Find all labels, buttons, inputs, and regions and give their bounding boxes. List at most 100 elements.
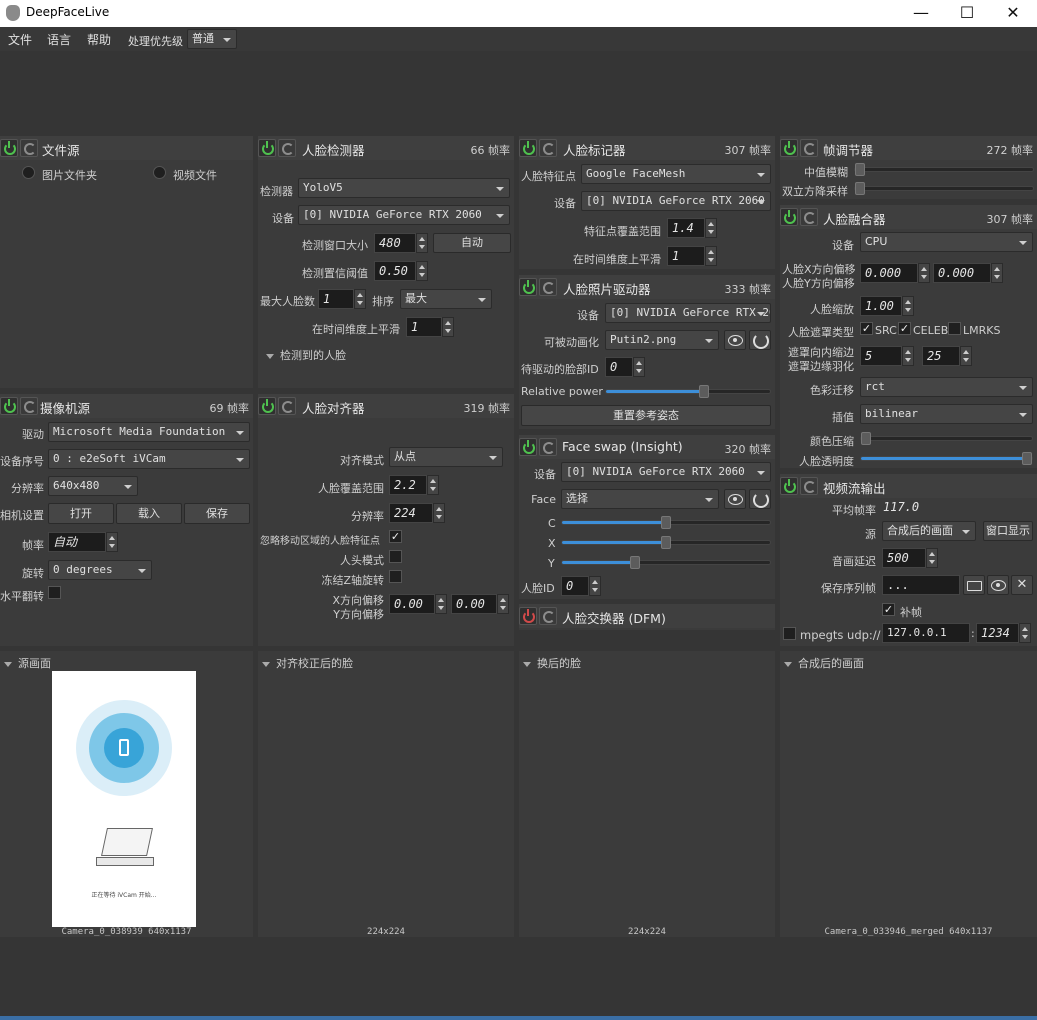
interpolation-select[interactable]: bilinear — [860, 404, 1033, 424]
face-scale-input[interactable]: 1.00 — [860, 296, 902, 316]
reload-icon[interactable] — [539, 438, 557, 456]
freeze-z-checkbox[interactable] — [389, 570, 402, 583]
reload-icon[interactable] — [539, 278, 557, 296]
av-delay-spinner[interactable] — [926, 548, 938, 568]
c-slider[interactable] — [561, 516, 771, 529]
av-delay-input[interactable]: 500 — [882, 548, 926, 568]
max-faces-spinner[interactable] — [354, 289, 366, 309]
offset-x-input[interactable]: 0.00 — [389, 594, 435, 614]
device-select[interactable]: CPU — [860, 232, 1033, 252]
reset-pose-button[interactable]: 重置参考姿态 — [521, 405, 771, 426]
offset-y-spinner[interactable] — [497, 594, 509, 614]
color-compress-slider[interactable] — [860, 432, 1033, 445]
y-slider[interactable] — [561, 556, 771, 569]
window-size-spinner[interactable] — [416, 233, 428, 253]
port-spinner[interactable] — [1019, 623, 1031, 643]
animatable-select[interactable]: Putin2.png — [605, 330, 719, 350]
device-index-select[interactable]: 0 : e2eSoft iVCam — [48, 449, 250, 469]
temporal-smooth-input[interactable]: 1 — [406, 317, 442, 337]
bicubic-slider[interactable] — [854, 182, 1034, 195]
coverage-input[interactable]: 2.2 — [389, 475, 427, 495]
refresh-icon[interactable] — [749, 489, 771, 509]
offset-x-spinner[interactable] — [918, 263, 930, 283]
aligned-face-title[interactable]: 对齐校正后的脸 — [262, 655, 353, 675]
offset-y-input[interactable]: 0.00 — [451, 594, 497, 614]
face-select[interactable]: 选择 — [561, 489, 719, 509]
marker-type-select[interactable]: Google FaceMesh — [581, 164, 771, 184]
view-eye-icon[interactable] — [724, 489, 746, 509]
mask-blur-spinner[interactable] — [960, 346, 972, 366]
reload-icon[interactable] — [278, 397, 296, 415]
x-slider[interactable] — [561, 536, 771, 549]
offset-x-spinner[interactable] — [435, 594, 447, 614]
power-icon[interactable] — [780, 208, 798, 226]
menu-help[interactable]: 帮助 — [87, 31, 111, 48]
lmrks-checkbox[interactable] — [948, 322, 961, 335]
celeb-checkbox[interactable]: ✓ — [898, 322, 911, 335]
resolution-select[interactable]: 640x480 — [48, 476, 138, 496]
mask-erode-input[interactable]: 5 — [860, 346, 902, 366]
detector-select[interactable]: YoloV5 — [298, 178, 510, 198]
reload-icon[interactable] — [278, 139, 296, 157]
driver-id-input[interactable]: 0 — [605, 357, 633, 377]
power-icon[interactable] — [780, 477, 798, 495]
device-select[interactable]: [0] NVIDIA GeForce RTX 2060 — [605, 303, 771, 323]
reload-icon[interactable] — [20, 397, 38, 415]
power-icon[interactable] — [780, 139, 798, 157]
device-select[interactable]: [0] NVIDIA GeForce RTX 2060 — [581, 191, 771, 211]
maximize-button[interactable]: ☐ — [944, 0, 990, 27]
port-input[interactable]: 1234 — [976, 623, 1019, 643]
fill-frames-checkbox[interactable]: ✓ — [882, 603, 895, 616]
image-folder-radio[interactable] — [22, 166, 35, 179]
power-icon[interactable] — [0, 397, 18, 415]
reload-icon[interactable] — [20, 139, 38, 157]
driver-select[interactable]: Microsoft Media Foundation — [48, 422, 250, 442]
sort-select[interactable]: 最大 — [400, 289, 492, 309]
fps-spinner[interactable] — [106, 532, 118, 552]
device-select[interactable]: [0] NVIDIA GeForce RTX 2060 — [298, 205, 510, 225]
temporal-smooth-input[interactable]: 1 — [667, 246, 705, 266]
resolution-spinner[interactable] — [433, 503, 445, 523]
source-select[interactable]: 合成后的画面 — [882, 521, 976, 541]
face-id-input[interactable]: 0 — [561, 576, 589, 596]
power-icon[interactable] — [258, 139, 276, 157]
power-icon[interactable] — [258, 397, 276, 415]
merged-frame-title[interactable]: 合成后的画面 — [784, 655, 864, 675]
power-icon[interactable] — [519, 139, 537, 157]
power-icon[interactable] — [0, 139, 18, 157]
detected-faces-toggle[interactable]: 检测到的人脸 — [266, 347, 346, 367]
folder-icon[interactable] — [963, 575, 985, 595]
driver-id-spinner[interactable] — [633, 357, 645, 377]
open-button[interactable]: 打开 — [48, 503, 114, 524]
ip-input[interactable]: 127.0.0.1 — [882, 623, 970, 643]
flip-checkbox[interactable] — [48, 586, 61, 599]
close-button[interactable]: ✕ — [990, 0, 1036, 27]
power-icon[interactable] — [519, 607, 537, 625]
rotation-select[interactable]: 0 degrees — [48, 560, 152, 580]
threshold-spinner[interactable] — [416, 261, 428, 281]
reload-icon[interactable] — [800, 139, 818, 157]
offset-x-input[interactable]: 0.000 — [860, 263, 918, 283]
max-faces-input[interactable]: 1 — [318, 289, 354, 309]
menu-file[interactable]: 文件 — [8, 31, 32, 48]
priority-select[interactable]: 普通 — [187, 29, 237, 49]
save-sequence-path[interactable]: ... — [882, 575, 960, 595]
median-blur-slider[interactable] — [854, 163, 1034, 176]
face-scale-spinner[interactable] — [902, 296, 914, 316]
mpegts-checkbox[interactable] — [783, 627, 796, 640]
align-mode-select[interactable]: 从点 — [389, 447, 503, 467]
coverage-spinner[interactable] — [427, 475, 439, 495]
refresh-icon[interactable] — [749, 330, 771, 350]
temporal-smooth-spinner[interactable] — [442, 317, 454, 337]
auto-button[interactable]: 自动 — [433, 233, 511, 253]
marker-range-input[interactable]: 1.4 — [667, 218, 705, 238]
device-select[interactable]: [0] NVIDIA GeForce RTX 2060 — [561, 462, 771, 482]
mask-erode-spinner[interactable] — [902, 346, 914, 366]
temporal-smooth-spinner[interactable] — [705, 246, 717, 266]
menu-language[interactable]: 语言 — [47, 31, 71, 48]
face-opacity-slider[interactable] — [860, 452, 1033, 465]
minimize-button[interactable]: — — [898, 0, 944, 27]
window-size-input[interactable]: 480 — [374, 233, 416, 253]
clear-x-icon[interactable]: ✕ — [1011, 575, 1033, 595]
threshold-input[interactable]: 0.50 — [374, 261, 416, 281]
